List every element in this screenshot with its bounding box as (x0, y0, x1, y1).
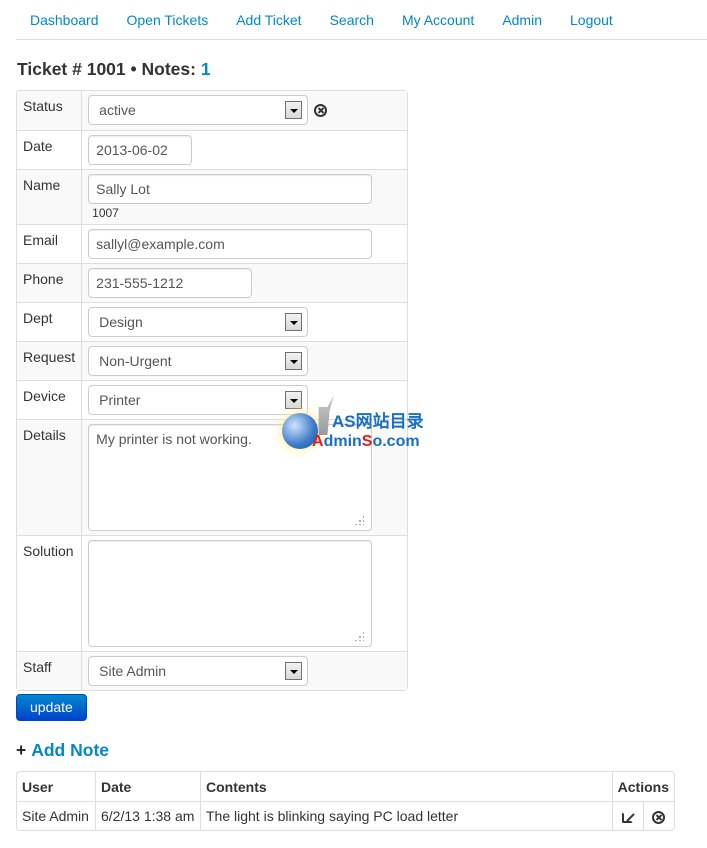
status-row: Status active (17, 91, 407, 130)
request-row: Request Non-Urgent (17, 341, 407, 381)
notes-header-row: User Date Contents Actions (17, 772, 674, 801)
name-row: Name Sally Lot 1007 (17, 169, 407, 225)
plus-icon: + (16, 740, 27, 760)
date-row: Date 2013-06-02 (17, 130, 407, 169)
dept-select[interactable]: Design (88, 307, 309, 338)
page-title: Ticket # 1001 • Notes: 1 (17, 59, 211, 80)
dropdown-arrow-icon (285, 662, 303, 681)
name-input[interactable]: Sally Lot (88, 174, 373, 204)
staff-value: Site Admin (99, 663, 167, 680)
nav-admin[interactable]: Admin (488, 0, 556, 40)
update-button[interactable]: update (16, 694, 87, 721)
wm-s: S (361, 433, 373, 450)
dropdown-arrow-icon (285, 352, 303, 371)
delete-note-button[interactable] (642, 801, 674, 830)
note-contents: The light is blinking saying PC load let… (200, 801, 612, 830)
dept-label: Dept (17, 302, 83, 342)
watermark-cn-text: AS网站目录 (332, 412, 424, 431)
phone-label: Phone (17, 263, 83, 303)
edit-note-button[interactable] (611, 801, 643, 830)
top-navbar: Dashboard Open Tickets Add Ticket Search… (16, 0, 707, 40)
request-select[interactable]: Non-Urgent (88, 346, 309, 377)
staff-select[interactable]: Site Admin (88, 656, 309, 687)
status-select[interactable]: active (88, 95, 309, 125)
dropdown-arrow-icon (285, 313, 303, 332)
resize-grip-icon[interactable] (354, 515, 365, 526)
phone-input[interactable]: 231-555-1212 (88, 268, 253, 299)
table-row: Site Admin 6/2/13 1:38 am The light is b… (17, 801, 674, 830)
dropdown-arrow-icon (285, 101, 303, 119)
phone-row: Phone 231-555-1212 (17, 263, 407, 303)
device-label: Device (17, 380, 83, 420)
nav-add-ticket[interactable]: Add Ticket (222, 0, 315, 40)
solution-textarea[interactable] (88, 540, 373, 648)
nav-search[interactable]: Search (316, 0, 388, 40)
staff-label: Staff (17, 651, 83, 691)
header-actions: Actions (611, 772, 674, 801)
nav-my-account[interactable]: My Account (388, 0, 488, 40)
edit-icon (622, 811, 634, 823)
staff-row: Staff Site Admin (17, 651, 407, 691)
watermark-en-text: AdminSo.com (312, 433, 420, 451)
date-input[interactable]: 2013-06-02 (88, 135, 193, 165)
details-label: Details (17, 419, 83, 536)
email-row: Email sallyl@example.com (17, 224, 407, 264)
status-value: active (99, 102, 136, 118)
note-user: Site Admin (17, 801, 95, 830)
ticket-title: Ticket # 1001 • Notes: (17, 59, 201, 79)
solution-row: Solution (17, 535, 407, 652)
request-label: Request (17, 341, 83, 381)
remove-circle-icon[interactable] (314, 103, 328, 117)
add-note-link[interactable]: + Add Note (16, 740, 109, 761)
notes-table: User Date Contents Actions Site Admin 6/… (16, 771, 675, 831)
watermark-logo: AS网站目录 AdminSo.com (280, 395, 430, 455)
date-label: Date (17, 130, 83, 169)
email-label: Email (17, 224, 83, 264)
add-note-label[interactable]: Add Note (31, 740, 109, 760)
user-id: 1007 (92, 206, 119, 221)
note-date: 6/2/13 1:38 am (95, 801, 200, 830)
name-label: Name (17, 169, 83, 225)
resize-grip-icon[interactable] (354, 631, 365, 642)
status-label: Status (17, 91, 83, 130)
details-value: My printer is not working. (96, 431, 252, 448)
wm-dmin: dmin (323, 433, 362, 450)
nav-dashboard[interactable]: Dashboard (16, 0, 113, 40)
solution-label: Solution (17, 535, 83, 652)
notes-count-link[interactable]: 1 (201, 59, 211, 79)
dept-row: Dept Design (17, 302, 407, 342)
wm-rest: o.com (372, 433, 420, 450)
header-user: User (22, 778, 54, 795)
wm-a: A (312, 433, 324, 450)
nav-logout[interactable]: Logout (556, 0, 627, 40)
dept-value: Design (99, 314, 143, 331)
device-value: Printer (99, 392, 141, 409)
ticket-form: Status active Date 2013-06-02 Name Sally… (16, 90, 408, 692)
nav-open-tickets[interactable]: Open Tickets (113, 0, 223, 40)
remove-circle-icon (652, 810, 666, 824)
request-value: Non-Urgent (99, 353, 172, 370)
device-select[interactable]: Printer (88, 385, 309, 416)
header-date: Date (95, 772, 200, 801)
header-contents: Contents (200, 772, 612, 801)
email-input[interactable]: sallyl@example.com (88, 229, 373, 260)
